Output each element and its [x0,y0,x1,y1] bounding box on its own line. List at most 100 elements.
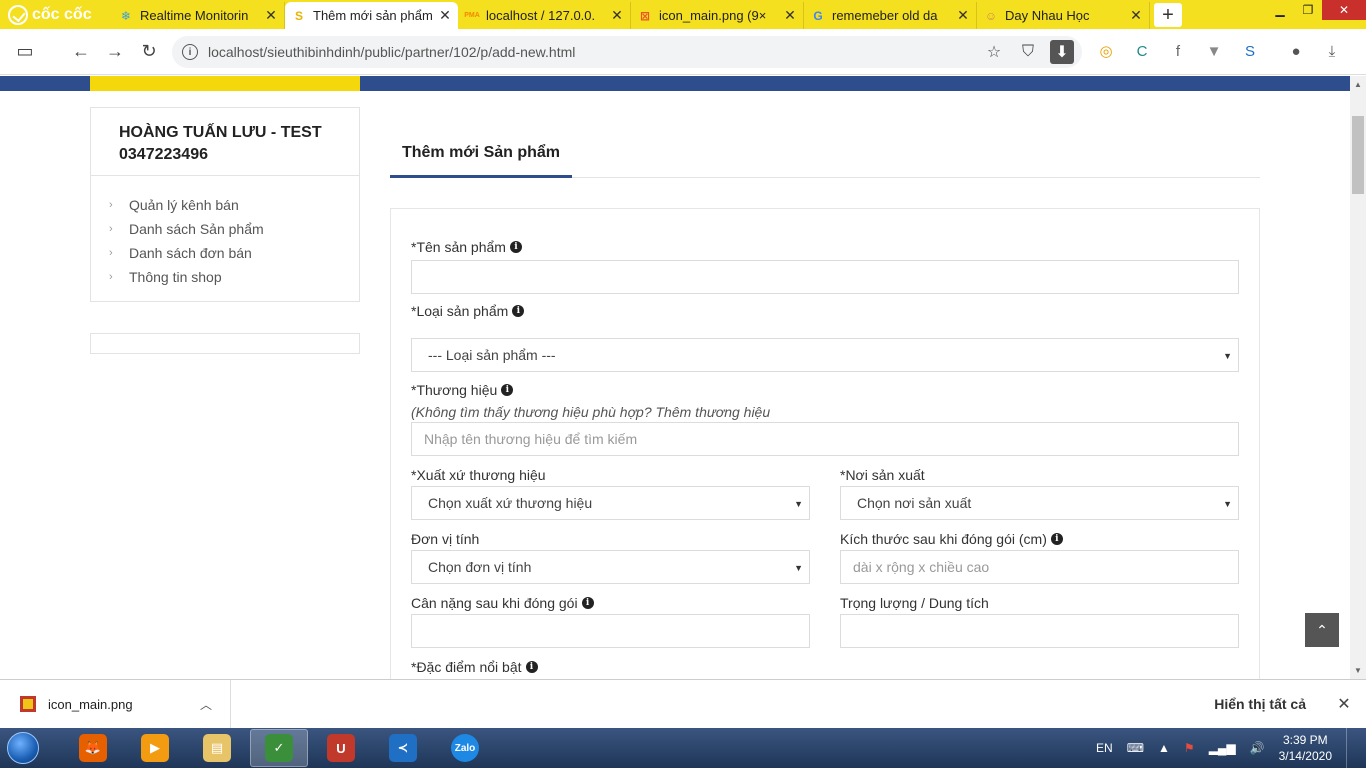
chevron-up-icon[interactable]: ︿ [200,696,212,713]
close-icon[interactable]: ✕ [438,7,452,24]
close-icon[interactable]: ✕ [783,7,797,24]
cc-extension-icon[interactable]: C [1130,37,1154,65]
chrome-icon[interactable]: ◎ [1094,37,1118,65]
taskbar-app-unikey[interactable]: U [312,729,370,767]
sidebar-secondary-box [90,333,360,354]
browser-tab[interactable]: S Thêm mới sản phẩm ✕ [285,2,458,29]
bookmark-star-icon[interactable]: ☆ [982,40,1006,64]
site-info-icon[interactable]: i [182,44,198,60]
sidebar-item[interactable]: › Thông tin shop [91,265,359,289]
close-icon[interactable]: ✕ [1334,694,1354,714]
header-stripe-highlight [90,76,360,91]
show-hidden-icons-icon[interactable]: ▲ [1158,741,1170,755]
close-icon[interactable]: ✕ [1129,7,1143,24]
browser-tab[interactable]: Grememeber old da ✕ [804,2,977,29]
back-button[interactable]: ← [64,35,98,69]
network-signal-icon[interactable]: ▂▄▆ [1209,741,1236,755]
content-tabs: Thêm mới Sản phẩm [390,130,1260,178]
browser-brand[interactable]: cốc cốc [0,0,112,29]
product-name-label: *Tên sản phẩm i [411,239,522,255]
volume-label: Trọng lượng / Dung tích [840,595,989,611]
close-icon[interactable]: ✕ [610,7,624,24]
sidebar-toggle-icon[interactable]: ▭ [8,35,42,69]
taskbar-app-coccoc[interactable]: ✓ [250,729,308,767]
s-extension-icon[interactable]: S [1238,37,1262,65]
info-icon[interactable]: i [509,241,522,253]
keyboard-icon[interactable]: ⌨ [1127,741,1144,755]
download-arrow-icon[interactable]: ⬇ [1050,40,1074,64]
origin-select[interactable]: Chọn xuất xứ thương hiệu ▼ [411,486,810,520]
page-scrollbar[interactable]: ▲ ▼ [1350,76,1366,679]
volume-input[interactable] [840,614,1239,648]
chevron-up-icon: ⌃ [1316,621,1328,638]
scroll-down-icon[interactable]: ▼ [1354,666,1362,675]
weight-input[interactable] [411,614,810,648]
shop-phone: 0347223496 [119,146,208,163]
new-tab-button[interactable]: + [1154,3,1182,27]
taskbar-app-firefox[interactable]: 🦊 [64,729,122,767]
address-bar[interactable]: i localhost/sieuthibinhdinh/public/partn… [172,36,1082,68]
show-all-downloads-button[interactable]: Hiển thị tất cả [1214,696,1306,712]
clock[interactable]: 3:39 PM 3/14/2020 [1279,732,1332,764]
made-in-select[interactable]: Chọn nơi sản xuất ▼ [840,486,1239,520]
forward-button[interactable]: → [98,35,132,69]
scrollbar-thumb[interactable] [1352,116,1364,194]
browser-tab[interactable]: PMA localhost / 127.0.0. ✕ [458,2,631,29]
taskbar-app-zalo[interactable]: Zalo [436,729,494,767]
product-name-input[interactable] [411,260,1239,294]
info-icon[interactable]: i [1050,533,1063,545]
restore-button[interactable]: ❐ [1294,0,1322,20]
info-icon[interactable]: i [512,305,525,317]
unit-select[interactable]: Chọn đơn vị tính ▼ [411,550,810,584]
brand-hint[interactable]: (Không tìm thấy thương hiệu phù hợp? Thê… [411,404,770,420]
reload-button[interactable]: ↻ [132,35,166,69]
close-icon[interactable]: ✕ [264,7,278,24]
sidebar-item-label: Danh sách Sản phẩm [129,221,264,237]
info-icon[interactable]: i [581,597,594,609]
show-desktop-button[interactable] [1346,728,1356,768]
profile-icon[interactable]: ● [1284,37,1308,65]
chevron-down-icon: ▼ [1223,351,1232,361]
sidebar-item[interactable]: › Danh sách Sản phẩm [91,217,359,241]
downloads-icon[interactable]: ⤓ [1320,37,1344,65]
language-indicator[interactable]: EN [1096,741,1113,755]
download-item[interactable]: icon_main.png ︿ [0,679,231,729]
product-type-label: *Loại sản phẩm i [411,303,525,319]
shield-icon[interactable]: ⛉ [1016,40,1040,64]
taskbar-app-vscode[interactable]: ≺ [374,729,432,767]
facebook-icon[interactable]: f [1166,37,1190,65]
taskbar-app-file-explorer[interactable]: ▤ [188,729,246,767]
tab-add-product[interactable]: Thêm mới Sản phẩm [390,130,572,178]
browser-tab-label: icon_main.png (9× [659,8,767,23]
browser-tab-label: Day Nhau Học [1005,8,1090,23]
taskbar-app-media-player[interactable]: ▶ [126,729,184,767]
shop-name: HOÀNG TUẤN LƯU - TEST [119,124,322,141]
start-button[interactable] [0,728,46,768]
info-icon[interactable]: i [525,661,538,673]
scroll-up-icon[interactable]: ▲ [1354,80,1362,89]
sidebar-item[interactable]: › Quản lý kênh bán [91,193,359,217]
tab-list: ❄ Realtime Monitorin ✕ S Thêm mới sản phẩm ✕ P… [112,2,1150,29]
vuejs-icon[interactable]: ▼ [1202,37,1226,65]
shop-header: HOÀNG TUẤN LƯU - TEST 0347223496 [91,108,359,176]
url-text: localhost/sieuthibinhdinh/public/partner… [208,44,576,60]
minimize-button[interactable]: ▁ [1266,0,1294,20]
windows-taskbar: 🦊 ▶ ▤ ✓ U ≺ Zalo EN ⌨ ▲ ⚑ ▂▄▆ 🔊 3:39 PM 3/14/2… [0,728,1366,768]
close-icon[interactable]: ✕ [956,7,970,24]
brand-search-input[interactable]: Nhập tên thương hiệu để tìm kiếm [411,422,1239,456]
vscode-icon: ≺ [389,734,417,762]
sidebar-item-label: Thông tin shop [129,269,222,285]
browser-tab[interactable]: ☺ Day Nhau Học ✕ [977,2,1150,29]
window-close-button[interactable]: ✕ [1322,0,1366,20]
sidebar-item[interactable]: › Danh sách đơn bán [91,241,359,265]
back-to-top-button[interactable]: ⌃ [1305,613,1339,647]
browser-tab[interactable]: ⊠ icon_main.png (9× ✕ [631,2,804,29]
volume-icon[interactable]: 🔊 [1250,741,1265,755]
brand-label: *Thương hiệu i [411,382,514,398]
info-icon[interactable]: i [501,384,514,396]
browser-tab[interactable]: ❄ Realtime Monitorin ✕ [112,2,285,29]
action-center-icon[interactable]: ⚑ [1184,741,1195,755]
size-input[interactable]: dài x rộng x chiều cao [840,550,1239,584]
origin-label: *Xuất xứ thương hiệu [411,467,546,483]
product-type-select[interactable]: --- Loại sản phẩm --- ▼ [411,338,1239,372]
